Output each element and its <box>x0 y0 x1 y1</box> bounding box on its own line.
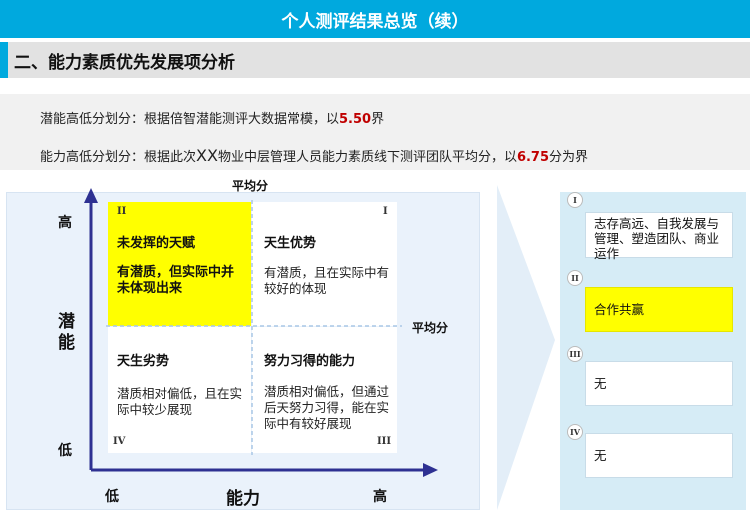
potential-threshold: 5.50 <box>339 112 372 127</box>
quadrant-i-desc: 有潜质，且在实际中有较好的体现 <box>264 265 390 296</box>
quadrant-iv-title: 天生劣势 <box>117 354 170 369</box>
section-title: 二、能力素质优先发展项分析 <box>0 42 750 78</box>
quadrant-i <box>252 202 397 326</box>
x-low-label: 低 <box>105 489 119 505</box>
quadrant-iii-desc: 潜质相对偏低，但通过后天努力习得，能在实际中有较好展现 <box>264 384 390 431</box>
ability-threshold: 6.75 <box>516 150 550 165</box>
chevron-right-icon <box>497 185 555 510</box>
page-title: 个人测评结果总览（续） <box>0 0 750 38</box>
result-ii-badge: II <box>567 270 583 286</box>
result-iii-box: 无 <box>585 361 733 406</box>
quadrant-i-numeral: I <box>383 206 388 217</box>
result-iv-badge: IV <box>567 424 583 440</box>
y-axis-title: 潜能 <box>58 312 75 353</box>
result-ii-box: 合作共赢 <box>585 287 733 332</box>
x-axis-title: 能力 <box>226 489 260 509</box>
quadrant-i-title: 天生优势 <box>264 236 317 251</box>
y-low-label: 低 <box>58 443 72 459</box>
quadrant-ii <box>108 202 251 326</box>
quadrant-iv-numeral: IV <box>113 436 126 447</box>
ability-criteria: 能力高低分划分：根据此次XX物业中层管理人员能力素质线下测评团队平均分，以6.7… <box>40 146 589 165</box>
quadrant-iii-numeral: III <box>377 436 392 447</box>
criteria-notes: 潜能高低分划分：根据倍智潜能测评大数据常模，以5.50界 能力高低分划分：根据此… <box>0 94 750 170</box>
average-label-top: 平均分 <box>232 179 269 193</box>
y-high-label: 高 <box>58 215 72 231</box>
x-high-label: 高 <box>373 489 387 505</box>
result-iv-box: 无 <box>585 433 733 478</box>
result-iii-badge: III <box>567 346 583 362</box>
average-label-right: 平均分 <box>412 321 449 335</box>
quadrant-ii-title: 未发挥的天赋 <box>117 236 196 251</box>
quadrant-ii-numeral: II <box>117 206 127 217</box>
page-title-text: 个人测评结果总览（续） <box>281 11 469 32</box>
result-i-badge: I <box>567 192 583 208</box>
section-title-text: 二、能力素质优先发展项分析 <box>14 52 235 73</box>
potential-criteria: 潜能高低分划分：根据倍智潜能测评大数据常模，以5.50界 <box>40 112 385 127</box>
quadrant-iv-desc: 潜质相对偏低，且在实际中较少展现 <box>117 386 243 417</box>
quadrant-iii-title: 努力习得的能力 <box>264 354 356 369</box>
quadrant-ii-desc: 有潜质，但实际中并未体现出来 <box>117 265 235 296</box>
result-i-box: 志存高远、自我发展与管理、塑造团队、商业运作 <box>585 212 733 261</box>
